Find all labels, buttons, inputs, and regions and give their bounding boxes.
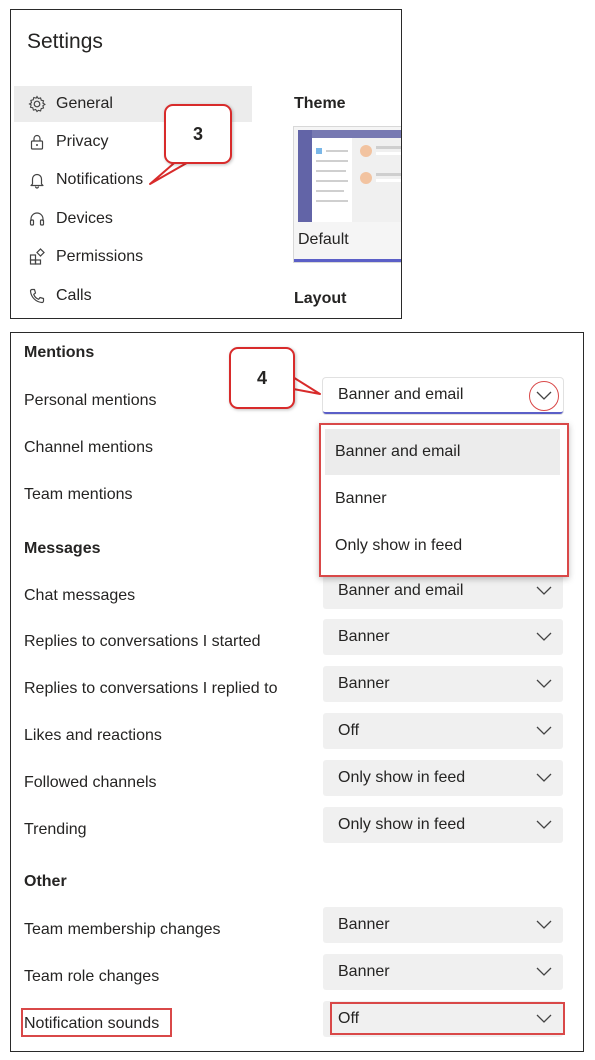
team-role-label: Team role changes bbox=[24, 968, 160, 985]
chat-messages-dropdown[interactable]: Banner and email bbox=[323, 573, 563, 609]
chevron-down-icon bbox=[536, 391, 552, 400]
dropdown-value: Banner bbox=[338, 963, 390, 980]
lock-icon bbox=[26, 131, 48, 153]
likes-reactions-label: Likes and reactions bbox=[24, 727, 162, 744]
gear-icon bbox=[26, 93, 48, 115]
chevron-down-icon bbox=[536, 726, 552, 735]
notification-sounds-label: Notification sounds bbox=[24, 1015, 160, 1032]
replies-started-dropdown[interactable]: Banner bbox=[323, 619, 563, 655]
callout-number: 4 bbox=[256, 367, 267, 388]
section-heading-other: Other bbox=[24, 873, 67, 890]
chevron-down-icon bbox=[536, 586, 552, 595]
theme-option-label: Default bbox=[298, 231, 349, 248]
bell-icon bbox=[26, 169, 48, 191]
followed-channels-dropdown[interactable]: Only show in feed bbox=[323, 760, 563, 796]
callout-number: 3 bbox=[192, 123, 203, 144]
personal-mentions-label: Personal mentions bbox=[24, 392, 157, 409]
dropdown-value: Banner bbox=[338, 675, 390, 692]
notification-sounds-dropdown[interactable]: Off bbox=[323, 1001, 563, 1037]
theme-heading: Theme bbox=[294, 95, 346, 112]
replies-started-label: Replies to conversations I started bbox=[24, 633, 261, 650]
dropdown-value: Off bbox=[338, 722, 360, 739]
followed-channels-label: Followed channels bbox=[24, 774, 157, 791]
step-callout-3: 3 bbox=[164, 104, 232, 164]
channel-mentions-label: Channel mentions bbox=[24, 439, 153, 456]
chevron-down-icon bbox=[536, 820, 552, 829]
sidebar-item-label: Privacy bbox=[56, 133, 109, 150]
sidebar-item-devices[interactable]: Devices bbox=[14, 201, 252, 237]
avatar-icon bbox=[360, 144, 401, 184]
sidebar-item-label: Calls bbox=[56, 287, 92, 304]
sidebar-item-label: Devices bbox=[56, 210, 113, 227]
notifications-panel: Mentions Personal mentions Banner and em… bbox=[10, 332, 584, 1052]
chevron-down-icon bbox=[536, 679, 552, 688]
sidebar-item-permissions[interactable]: Permissions bbox=[14, 239, 252, 275]
dropdown-value: Only show in feed bbox=[338, 816, 466, 833]
chevron-down-icon bbox=[536, 632, 552, 641]
team-membership-dropdown[interactable]: Banner bbox=[323, 907, 563, 943]
layout-heading: Layout bbox=[294, 290, 347, 307]
chat-messages-label: Chat messages bbox=[24, 587, 136, 604]
option-label: Only show in feed bbox=[335, 537, 463, 554]
trending-dropdown[interactable]: Only show in feed bbox=[323, 807, 563, 843]
team-membership-label: Team membership changes bbox=[24, 921, 221, 938]
apps-icon bbox=[26, 246, 48, 268]
chevron-down-icon bbox=[536, 920, 552, 929]
section-heading-mentions: Mentions bbox=[24, 344, 95, 361]
likes-reactions-dropdown[interactable]: Off bbox=[323, 713, 563, 749]
chevron-down-icon bbox=[536, 1014, 552, 1023]
chevron-down-icon bbox=[536, 773, 552, 782]
dropdown-value: Banner and email bbox=[338, 386, 464, 403]
phone-icon bbox=[26, 285, 48, 307]
settings-title: Settings bbox=[27, 30, 103, 53]
replies-replied-dropdown[interactable]: Banner bbox=[323, 666, 563, 702]
option-only-show-in-feed[interactable]: Only show in feed bbox=[325, 523, 560, 569]
replies-replied-label: Replies to conversations I replied to bbox=[24, 680, 278, 697]
dropdown-value: Banner bbox=[338, 916, 390, 933]
personal-mentions-dropdown[interactable]: Banner and email bbox=[323, 378, 563, 414]
dropdown-value: Off bbox=[338, 1010, 360, 1027]
chevron-down-icon bbox=[536, 967, 552, 976]
option-banner-and-email[interactable]: Banner and email bbox=[325, 429, 560, 475]
theme-preview-image bbox=[298, 130, 401, 222]
option-label: Banner bbox=[335, 490, 387, 507]
sidebar-item-label: Permissions bbox=[56, 248, 144, 265]
trending-label: Trending bbox=[24, 821, 87, 838]
headset-icon bbox=[26, 208, 48, 230]
sidebar-item-calls[interactable]: Calls bbox=[14, 278, 252, 314]
team-role-dropdown[interactable]: Banner bbox=[323, 954, 563, 990]
step-callout-4: 4 bbox=[229, 347, 295, 409]
dropdown-value: Banner bbox=[338, 628, 390, 645]
team-mentions-label: Team mentions bbox=[24, 486, 133, 503]
option-label: Banner and email bbox=[335, 443, 461, 460]
dropdown-value: Only show in feed bbox=[338, 769, 466, 786]
dropdown-value: Banner and email bbox=[338, 582, 464, 599]
personal-mentions-options-menu: Banner and email Banner Only show in fee… bbox=[319, 423, 569, 577]
option-banner[interactable]: Banner bbox=[325, 476, 560, 522]
sidebar-item-label: Notifications bbox=[56, 171, 144, 188]
sidebar-item-label: General bbox=[56, 95, 113, 112]
section-heading-messages: Messages bbox=[24, 540, 101, 557]
theme-option-default[interactable]: Default bbox=[294, 127, 401, 262]
